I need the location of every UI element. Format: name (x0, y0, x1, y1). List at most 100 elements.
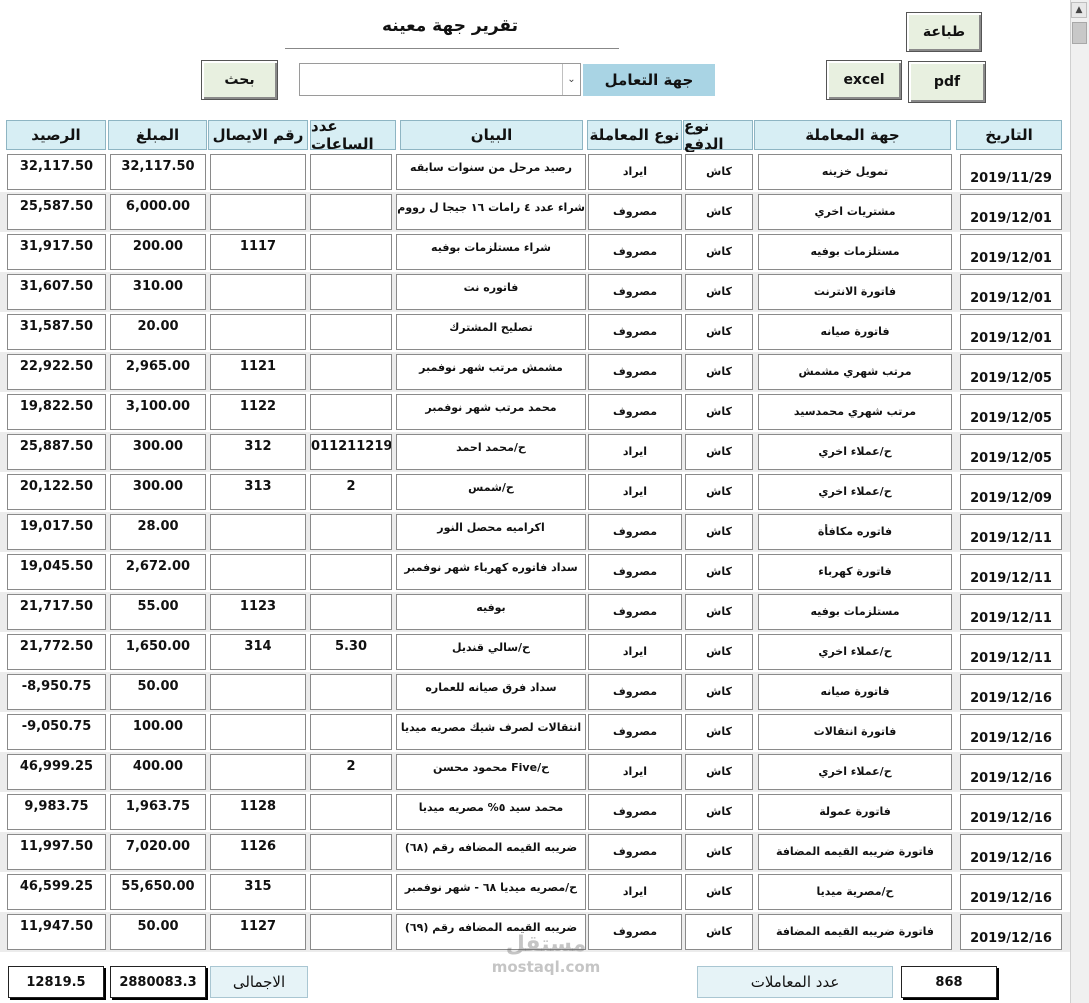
row-type-cell[interactable]: ايراد (588, 874, 682, 910)
row-type-cell[interactable]: مصروف (588, 514, 682, 550)
row-payment-cell[interactable]: كاش (685, 914, 753, 950)
row-balance-cell[interactable]: 46,999.25 (7, 754, 106, 790)
row-type-cell[interactable]: ايراد (588, 634, 682, 670)
row-date-cell[interactable]: 2019/12/01 (960, 314, 1062, 350)
row-balance-cell[interactable]: 31,917.50 (7, 234, 106, 270)
row-amount-cell[interactable]: 50.00 (110, 914, 206, 950)
row-balance-cell[interactable]: -8,950.75 (7, 674, 106, 710)
row-amount-cell[interactable]: 2,672.00 (110, 554, 206, 590)
row-entity-cell[interactable]: فاتورة الانترنت (758, 274, 952, 310)
row-payment-cell[interactable]: كاش (685, 314, 753, 350)
row-entity-cell[interactable]: ح/مصرية ميديا (758, 874, 952, 910)
row-date-cell[interactable]: 2019/12/09 (960, 474, 1062, 510)
header-balance[interactable]: الرصيد (6, 120, 106, 150)
row-payment-cell[interactable]: كاش (685, 434, 753, 470)
row-type-cell[interactable]: ايراد (588, 754, 682, 790)
row-date-cell[interactable]: 2019/12/11 (960, 514, 1062, 550)
row-balance-cell[interactable]: -9,050.75 (7, 714, 106, 750)
table-row[interactable]: 2019/12/05 مرتب شهري محمدسيد كاش مصروف محمد … (0, 392, 1070, 432)
table-row[interactable]: 2019/12/05 مرتب شهري مشمش كاش مصروف مشمش مرت… (0, 352, 1070, 392)
row-hours-cell[interactable] (310, 554, 392, 590)
row-receipt-cell[interactable]: 312 (210, 434, 306, 470)
excel-button[interactable]: excel (826, 60, 902, 100)
row-amount-cell[interactable]: 28.00 (110, 514, 206, 550)
row-payment-cell[interactable]: كاش (685, 234, 753, 270)
table-row[interactable]: 2019/12/11 مستلزمات بوفيه كاش مصروف بوفيه 112… (0, 592, 1070, 632)
row-receipt-cell[interactable] (210, 514, 306, 550)
row-receipt-cell[interactable] (210, 754, 306, 790)
row-description-cell[interactable]: مشمش مرتب شهر نوفمبر (396, 354, 586, 390)
header-hours[interactable]: عدد الساعات (310, 117, 396, 153)
row-hours-cell[interactable] (310, 234, 392, 270)
row-description-cell[interactable]: انتقالات لصرف شيك مصريه ميديا (396, 714, 586, 750)
row-amount-cell[interactable]: 1,650.00 (110, 634, 206, 670)
table-row[interactable]: 2019/12/16 فاتورة ضريبه القيمه المضافة كاش… (0, 832, 1070, 872)
row-receipt-cell[interactable] (210, 714, 306, 750)
row-hours-cell[interactable] (310, 794, 392, 830)
row-payment-cell[interactable]: كاش (685, 834, 753, 870)
row-date-cell[interactable]: 2019/12/01 (960, 274, 1062, 310)
row-payment-cell[interactable]: كاش (685, 274, 753, 310)
table-row[interactable]: 2019/12/16 ح/عملاء اخري كاش ايراد ح/Five محم… (0, 752, 1070, 792)
row-amount-cell[interactable]: 200.00 (110, 234, 206, 270)
row-entity-cell[interactable]: مرتب شهري محمدسيد (758, 394, 952, 430)
row-entity-cell[interactable]: فاتورة كهرباء (758, 554, 952, 590)
table-row[interactable]: 2019/12/01 مشتريات اخري كاش مصروف شراء عدد ٤… (0, 192, 1070, 232)
table-row[interactable]: 2019/12/16 فاتورة انتقالات كاش مصروف انتقالا… (0, 712, 1070, 752)
row-balance-cell[interactable]: 20,122.50 (7, 474, 106, 510)
row-hours-cell[interactable]: 2 (310, 474, 392, 510)
row-amount-cell[interactable]: 55.00 (110, 594, 206, 630)
row-balance-cell[interactable]: 25,587.50 (7, 194, 106, 230)
row-receipt-cell[interactable]: 1126 (210, 834, 306, 870)
row-entity-cell[interactable]: ح/عملاء اخري (758, 634, 952, 670)
row-type-cell[interactable]: ايراد (588, 434, 682, 470)
row-hours-cell[interactable] (310, 874, 392, 910)
row-type-cell[interactable]: مصروف (588, 834, 682, 870)
row-description-cell[interactable]: شراء مستلزمات بوفيه (396, 234, 586, 270)
header-amount[interactable]: المبلغ (108, 120, 207, 150)
row-type-cell[interactable]: مصروف (588, 674, 682, 710)
table-row[interactable]: 2019/12/09 ح/عملاء اخري كاش ايراد ح/شمس 2 313 3… (0, 472, 1070, 512)
row-balance-cell[interactable]: 21,772.50 (7, 634, 106, 670)
row-date-cell[interactable]: 2019/12/16 (960, 874, 1062, 910)
row-description-cell[interactable]: شراء عدد ٤ رامات ١٦ جيجا ل رووم ١ (396, 194, 586, 230)
row-balance-cell[interactable]: 32,117.50 (7, 154, 106, 190)
row-entity-cell[interactable]: مستلزمات بوفيه (758, 594, 952, 630)
row-date-cell[interactable]: 2019/12/05 (960, 394, 1062, 430)
row-entity-cell[interactable]: فاتوره مكافأة (758, 514, 952, 550)
row-amount-cell[interactable]: 50.00 (110, 674, 206, 710)
row-receipt-cell[interactable]: 1121 (210, 354, 306, 390)
row-type-cell[interactable]: مصروف (588, 794, 682, 830)
row-entity-cell[interactable]: مشتريات اخري (758, 194, 952, 230)
vertical-scrollbar[interactable]: ▲ (1070, 0, 1089, 1003)
scroll-up-icon[interactable]: ▲ (1071, 2, 1087, 18)
table-row[interactable]: 2019/12/11 ح/عملاء اخري كاش ايراد ح/سالي قند… (0, 632, 1070, 672)
row-payment-cell[interactable]: كاش (685, 714, 753, 750)
row-receipt-cell[interactable] (210, 274, 306, 310)
row-hours-cell[interactable]: 01121121901 (310, 434, 392, 470)
row-payment-cell[interactable]: كاش (685, 354, 753, 390)
row-date-cell[interactable]: 2019/12/11 (960, 554, 1062, 590)
row-type-cell[interactable]: مصروف (588, 234, 682, 270)
row-date-cell[interactable]: 2019/12/16 (960, 794, 1062, 830)
row-payment-cell[interactable]: كاش (685, 514, 753, 550)
row-description-cell[interactable]: سداد فرق صيانه للعماره (396, 674, 586, 710)
pdf-button[interactable]: pdf (908, 61, 986, 103)
row-description-cell[interactable]: ح/Five محمود محسن (396, 754, 586, 790)
table-row[interactable]: 2019/12/01 فاتورة الانترنت كاش مصروف فاتوره … (0, 272, 1070, 312)
row-amount-cell[interactable]: 6,000.00 (110, 194, 206, 230)
row-amount-cell[interactable]: 300.00 (110, 434, 206, 470)
row-hours-cell[interactable] (310, 274, 392, 310)
row-balance-cell[interactable]: 21,717.50 (7, 594, 106, 630)
row-entity-cell[interactable]: فاتورة ضريبه القيمه المضافة (758, 914, 952, 950)
header-receipt[interactable]: رقم الايصال (208, 120, 308, 150)
row-description-cell[interactable]: سداد فاتوره كهرباء شهر نوفمبر (396, 554, 586, 590)
row-receipt-cell[interactable]: 314 (210, 634, 306, 670)
row-balance-cell[interactable]: 31,587.50 (7, 314, 106, 350)
row-amount-cell[interactable]: 20.00 (110, 314, 206, 350)
table-row[interactable]: 2019/12/05 ح/عملاء اخري كاش ايراد ح/محمد احم… (0, 432, 1070, 472)
table-row[interactable]: 2019/12/16 فاتورة صيانه كاش مصروف سداد فرق ص… (0, 672, 1070, 712)
row-date-cell[interactable]: 2019/12/11 (960, 634, 1062, 670)
row-receipt-cell[interactable] (210, 154, 306, 190)
row-hours-cell[interactable] (310, 354, 392, 390)
